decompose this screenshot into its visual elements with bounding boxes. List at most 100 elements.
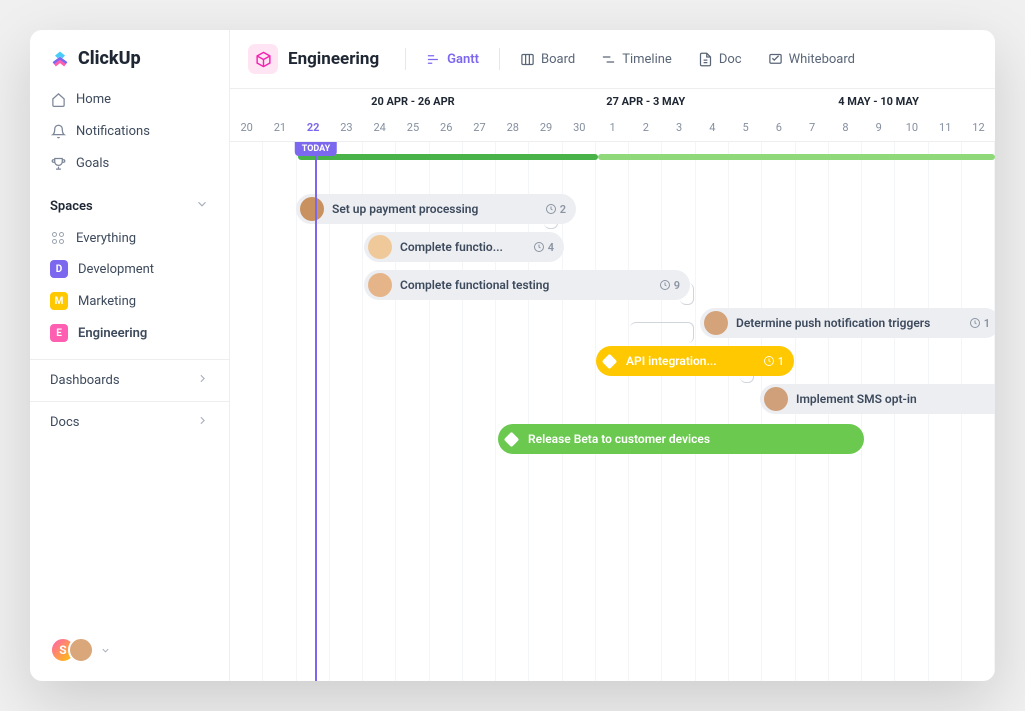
- nav-home[interactable]: Home: [30, 83, 229, 115]
- day-cell[interactable]: 23: [330, 115, 363, 141]
- space-engineering[interactable]: E Engineering: [30, 317, 229, 349]
- day-cell[interactable]: 5: [729, 115, 762, 141]
- day-cell[interactable]: 8: [829, 115, 862, 141]
- user-switcher[interactable]: S: [30, 637, 229, 663]
- day-cell[interactable]: 21: [263, 115, 296, 141]
- space-development[interactable]: D Development: [30, 253, 229, 285]
- day-cell[interactable]: 10: [895, 115, 928, 141]
- milestone-icon: [504, 431, 520, 447]
- view-tab-doc[interactable]: Doc: [688, 46, 752, 73]
- day-cell[interactable]: 3: [662, 115, 695, 141]
- logo[interactable]: ClickUp: [30, 48, 229, 83]
- task-label: Set up payment processing: [332, 202, 537, 216]
- day-cell[interactable]: 24: [363, 115, 396, 141]
- home-icon: [50, 91, 66, 107]
- day-cell[interactable]: 28: [496, 115, 529, 141]
- divider: [405, 48, 406, 70]
- task-subtask-count: 4: [533, 241, 554, 254]
- day-cell[interactable]: 9: [862, 115, 895, 141]
- day-cell[interactable]: 6: [762, 115, 795, 141]
- view-tab-timeline[interactable]: Timeline: [591, 46, 682, 73]
- day-cell[interactable]: 26: [430, 115, 463, 141]
- task-bar[interactable]: Determine push notification triggers 1: [700, 308, 995, 338]
- page-title: Engineering: [288, 49, 379, 69]
- clickup-logo-icon: [50, 49, 70, 69]
- progress-bar: [298, 154, 598, 160]
- avatar: [68, 637, 94, 663]
- progress-bar: [598, 154, 995, 160]
- space-marketing[interactable]: M Marketing: [30, 285, 229, 317]
- task-label: Complete functio...: [400, 240, 525, 254]
- task-subtask-count: 2: [545, 203, 566, 216]
- space-badge-icon: [248, 44, 278, 74]
- gantt-body[interactable]: TODAY Set up payment processing 2 Comple…: [230, 142, 995, 681]
- day-cell[interactable]: 1: [596, 115, 629, 141]
- day-cell[interactable]: 25: [396, 115, 429, 141]
- space-letter-icon: E: [50, 324, 68, 342]
- divider: [499, 48, 500, 70]
- spaces-header[interactable]: Spaces: [30, 179, 229, 223]
- day-cell[interactable]: 4: [696, 115, 729, 141]
- timeline-icon: [601, 52, 616, 67]
- day-cell[interactable]: 11: [929, 115, 962, 141]
- week-label: 27 APR - 3 MAY: [529, 89, 762, 115]
- section-dashboards[interactable]: Dashboards: [30, 359, 229, 401]
- task-bar[interactable]: Complete functional testing 9: [364, 270, 690, 300]
- everything-icon: [50, 230, 66, 246]
- today-marker: TODAY: [315, 142, 317, 681]
- task-label: Complete functional testing: [400, 278, 651, 292]
- avatar: [704, 311, 728, 335]
- nav-notifications[interactable]: Notifications: [30, 115, 229, 147]
- nav-label: Notifications: [76, 124, 150, 139]
- day-cell[interactable]: 7: [796, 115, 829, 141]
- timeline-header: 20 APR - 26 APR27 APR - 3 MAY4 MAY - 10 …: [230, 89, 995, 142]
- week-label: 4 MAY - 10 MAY: [762, 89, 995, 115]
- day-cell[interactable]: 2: [629, 115, 662, 141]
- space-letter-icon: D: [50, 260, 68, 278]
- task-subtask-count: 9: [659, 279, 680, 292]
- nav-label: Goals: [76, 156, 109, 171]
- task-label: Implement SMS opt-in: [796, 392, 990, 406]
- task-label: Determine push notification triggers: [736, 316, 961, 330]
- day-cell[interactable]: 12: [962, 115, 995, 141]
- chevron-right-icon: [196, 372, 209, 389]
- task-bar[interactable]: Set up payment processing 2: [296, 194, 576, 224]
- view-tab-board[interactable]: Board: [510, 46, 585, 73]
- header: Engineering Gantt Board Timeline Doc W: [230, 30, 995, 89]
- bell-icon: [50, 123, 66, 139]
- task-bar[interactable]: Release Beta to customer devices: [498, 424, 864, 454]
- chevron-right-icon: [196, 414, 209, 431]
- today-badge: TODAY: [295, 142, 337, 156]
- nav-goals[interactable]: Goals: [30, 147, 229, 179]
- day-cell[interactable]: 30: [563, 115, 596, 141]
- week-label: 20 APR - 26 APR: [297, 89, 530, 115]
- space-letter-icon: M: [50, 292, 68, 310]
- task-label: Release Beta to customer devices: [528, 432, 854, 446]
- day-cell[interactable]: 29: [529, 115, 562, 141]
- task-bar[interactable]: Complete functio... 4: [364, 232, 564, 262]
- gantt-icon: [426, 52, 441, 67]
- nav-label: Home: [76, 92, 111, 107]
- avatar: [368, 273, 392, 297]
- section-docs[interactable]: Docs: [30, 401, 229, 443]
- task-bar[interactable]: API integration... 1: [596, 346, 794, 376]
- avatar: [764, 387, 788, 411]
- task-bar[interactable]: Implement SMS opt-in: [760, 384, 995, 414]
- brand-name: ClickUp: [78, 48, 141, 69]
- day-cell[interactable]: 20: [230, 115, 263, 141]
- milestone-icon: [602, 353, 618, 369]
- task-subtask-count: 1: [969, 317, 990, 330]
- trophy-icon: [50, 155, 66, 171]
- board-icon: [520, 52, 535, 67]
- view-tab-gantt[interactable]: Gantt: [416, 46, 489, 73]
- view-tab-whiteboard[interactable]: Whiteboard: [758, 46, 865, 73]
- day-cell[interactable]: 22: [297, 115, 330, 141]
- doc-icon: [698, 52, 713, 67]
- avatar: [300, 197, 324, 221]
- task-subtask-count: 1: [763, 355, 784, 368]
- day-cell[interactable]: 27: [463, 115, 496, 141]
- chevron-down-icon: [195, 197, 209, 215]
- space-everything[interactable]: Everything: [30, 223, 229, 253]
- whiteboard-icon: [768, 52, 783, 67]
- chevron-down-icon: [100, 641, 111, 660]
